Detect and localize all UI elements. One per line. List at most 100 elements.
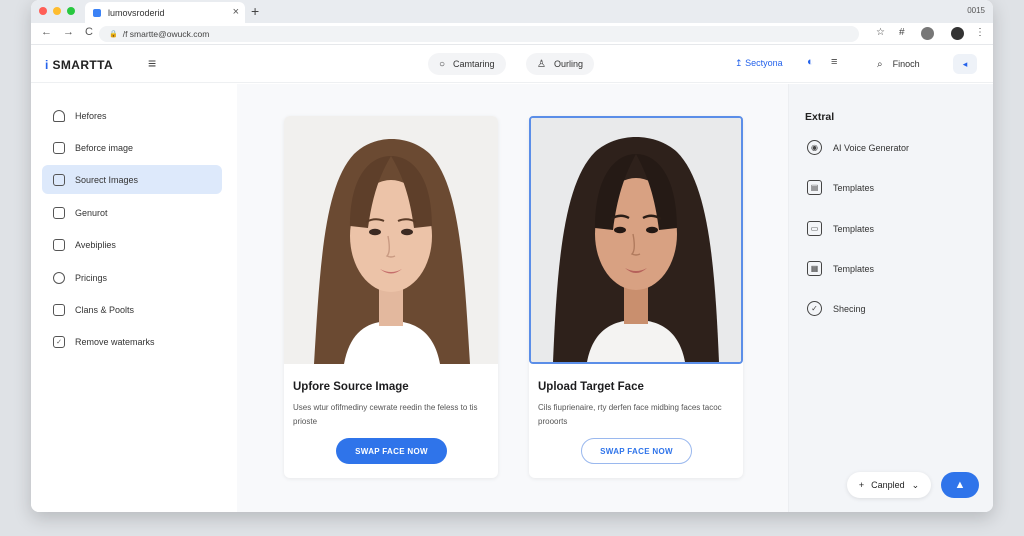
right-panel: Extral ◉ AI Voice Generator ▤ Templates …: [788, 84, 993, 512]
chat-icon[interactable]: ◐: [807, 56, 814, 68]
minimize-window-dot[interactable]: [53, 7, 61, 15]
forward-icon[interactable]: →: [63, 26, 74, 38]
canpled-label: Canpled: [871, 480, 905, 490]
panel-item-label: AI Voice Generator: [833, 142, 910, 153]
ourling-button[interactable]: ♙ Ourling: [526, 53, 594, 75]
browser-tab[interactable]: lumovsroderid ×: [85, 2, 245, 23]
sidebar-item-label: Genurot: [75, 207, 108, 218]
swap-face-now-button[interactable]: SWAP FACE NOW: [581, 438, 692, 464]
sidebar-item-source-images[interactable]: Sourect Images: [42, 165, 222, 194]
chat-icon: [53, 303, 65, 316]
sidebar-item-avebiplies[interactable]: Avebiplies: [42, 230, 222, 259]
profile-avatar[interactable]: [921, 27, 934, 40]
panel-item-shecing[interactable]: ✓ Shecing: [807, 301, 866, 316]
browser-menu-icon[interactable]: ⋮: [975, 27, 985, 38]
search-button[interactable]: ⌕ Finoch: [867, 53, 937, 75]
sidebar: Hefores Beforce image Sourect Images Gen…: [31, 84, 237, 512]
lock-icon: 🔒: [109, 31, 118, 38]
panel-item-label: Templates: [833, 223, 875, 234]
panel-item-ai-voice-generator[interactable]: ◉ AI Voice Generator: [807, 140, 909, 155]
account-avatar[interactable]: [951, 27, 964, 40]
app-header: i SMARTTA ≡ ○ Camtaring ♙ Ourling ↥ Sect…: [31, 45, 993, 83]
panel-item-templates-2[interactable]: ▭ Templates: [807, 221, 874, 236]
plus-icon: +: [858, 480, 865, 490]
card-description: Uses wtur ofifmediny cewrate reedin the …: [293, 403, 478, 426]
new-tab-button[interactable]: +: [251, 3, 259, 19]
extensions-icon[interactable]: #: [899, 27, 905, 38]
check-icon: ✓: [807, 301, 822, 316]
close-window-dot[interactable]: [39, 7, 47, 15]
camtaring-button[interactable]: ○ Camtaring: [428, 53, 506, 75]
panel-item-label: Templates: [833, 182, 875, 193]
sidebar-item-hefores[interactable]: Hefores: [42, 101, 222, 130]
home-fab-button[interactable]: ▲: [941, 472, 979, 498]
address-bar: ← → C 🔒 /f smartte@owuck.com ☆ # ⋮: [31, 23, 993, 45]
window-label: 0015: [967, 6, 985, 15]
maximize-window-dot[interactable]: [67, 7, 75, 15]
check-icon: ✓: [53, 335, 65, 348]
sidebar-item-label: Sourect Images: [75, 174, 139, 185]
sidebar-item-pricings[interactable]: Pricings: [42, 263, 222, 292]
sidebar-item-label: Avebiplies: [75, 239, 116, 250]
panel-item-label: Shecing: [833, 303, 866, 314]
template-icon: ▤: [807, 180, 822, 195]
user-icon: ♙: [537, 58, 546, 70]
sidebar-item-remove-watermarks[interactable]: ✓ Remove watemarks: [42, 327, 222, 356]
source-face-image[interactable]: [284, 116, 498, 364]
sectyona-label: Sectyona: [745, 58, 783, 68]
upload-icon: ↥: [735, 58, 743, 68]
target-face-image[interactable]: [529, 116, 743, 364]
sidebar-item-generate[interactable]: Genurot: [42, 198, 222, 227]
sidebar-item-clans-poolts[interactable]: Clans & Poolts: [42, 295, 222, 324]
sidebar-item-label: Remove watemarks: [75, 336, 155, 347]
back-icon[interactable]: ←: [41, 26, 52, 38]
main-content: Upfore Source Image Uses wtur ofifmediny…: [237, 84, 788, 512]
target-face-card: Upload Target Face Cils fiuprienaire, rt…: [529, 116, 743, 478]
tab-bar: lumovsroderid × + 0015: [31, 0, 993, 23]
document-icon: [53, 238, 65, 251]
sectyona-link[interactable]: ↥ Sectyona: [735, 58, 783, 69]
tab-title: lumovsroderid: [108, 7, 165, 18]
home-icon: ▲: [954, 479, 966, 491]
swap-face-now-button[interactable]: SWAP FACE NOW: [336, 438, 447, 464]
pill-label: Ourling: [553, 59, 583, 69]
url-field[interactable]: 🔒 /f smartte@owuck.com: [99, 26, 859, 42]
source-portrait-illustration: [284, 116, 498, 364]
card-title: Upfore Source Image: [293, 381, 409, 393]
search-label: Finoch: [892, 59, 920, 69]
edit-icon: [53, 173, 65, 186]
pricing-icon: [53, 271, 65, 284]
panel-item-templates-3[interactable]: ▦ Templates: [807, 261, 874, 276]
star-icon[interactable]: ☆: [876, 27, 885, 38]
source-image-card: Upfore Source Image Uses wtur ofifmediny…: [284, 116, 498, 478]
image-icon: [53, 141, 65, 154]
tab-close-icon[interactable]: ×: [233, 6, 239, 18]
search-icon: ⌕: [877, 58, 883, 70]
sidebar-item-label: Hefores: [75, 110, 107, 121]
card-description: Cils fiuprienaire, rty derfen face midbi…: [538, 403, 722, 426]
brand-logo[interactable]: i SMARTTA: [45, 58, 113, 72]
card-title: Upload Target Face: [538, 381, 644, 393]
panel-item-templates-1[interactable]: ▤ Templates: [807, 180, 874, 195]
chevron-down-icon: ⌄: [911, 479, 920, 490]
circle-icon: ○: [439, 58, 446, 70]
brand-name: SMARTTA: [52, 58, 114, 72]
canpled-dropdown[interactable]: + Canpled ⌄: [847, 472, 931, 498]
panel-item-label: Templates: [833, 263, 875, 274]
list-icon[interactable]: ≡: [831, 56, 837, 68]
brand-mark: i: [45, 58, 49, 72]
reload-icon[interactable]: C: [85, 26, 93, 38]
panel-title: Extral: [805, 111, 835, 123]
send-icon: ◂: [962, 58, 968, 69]
favicon-icon: [93, 8, 101, 17]
hamburger-menu-icon[interactable]: ≡: [148, 55, 156, 71]
url-text: /f smartte@owuck.com: [122, 29, 210, 39]
sidebar-item-label: Pricings: [75, 272, 108, 283]
user-icon: [53, 109, 65, 122]
pill-label: Camtaring: [453, 59, 495, 69]
sidebar-item-before-image[interactable]: Beforce image: [42, 133, 222, 162]
grid-icon: ▦: [807, 261, 822, 276]
calendar-icon: ▭: [807, 221, 822, 236]
sidebar-item-label: Beforce image: [75, 142, 134, 153]
send-button[interactable]: ◂: [953, 54, 977, 74]
